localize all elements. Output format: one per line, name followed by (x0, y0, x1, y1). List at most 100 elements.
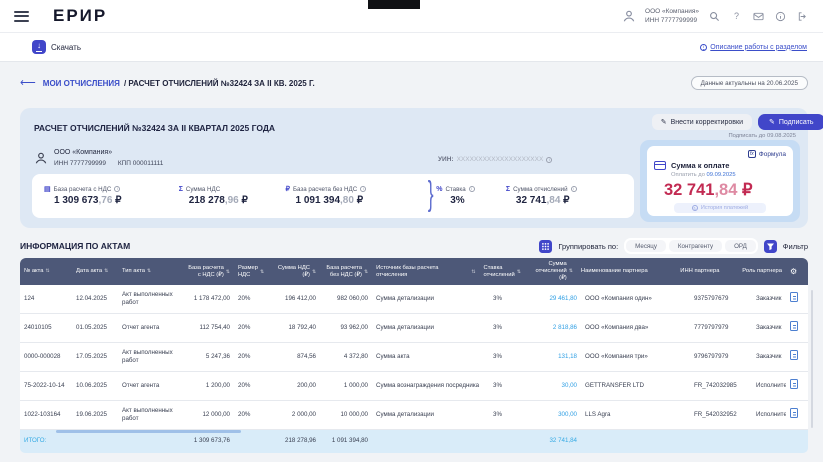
column-header[interactable]: Роль партнера (738, 265, 786, 278)
totals-cell (690, 440, 752, 444)
deduction-sum-link[interactable]: 2 818,86 (529, 322, 581, 334)
column-header[interactable]: № акта⇅ (20, 265, 72, 278)
payer-company-requisites: ИНН 7777799999 КПП 000011111 (54, 159, 163, 169)
back-arrow-icon[interactable]: ⟵ (20, 78, 36, 89)
user-avatar-icon[interactable] (622, 9, 636, 23)
search-icon[interactable] (708, 10, 721, 23)
document-icon[interactable] (790, 379, 798, 389)
vertical-scrollbar[interactable] (811, 290, 813, 428)
table-cell: 01.05.2025 (72, 322, 118, 334)
group-by-contractor[interactable]: Контрагенту (669, 240, 722, 252)
column-header[interactable]: Наименование партнера (577, 265, 676, 278)
totals-cell (234, 440, 268, 444)
table-cell: 3% (489, 351, 529, 363)
sort-icon[interactable]: ⇅ (364, 269, 368, 275)
breadcrumb-back-link[interactable]: МОИ ОТЧИСЛЕНИЯ (43, 79, 120, 88)
deduction-sum-link[interactable]: 131,18 (529, 351, 581, 363)
make-corrections-button[interactable]: ✎ Внести корректировки (652, 114, 752, 130)
sign-deadline: Подписать до 09.08.2025 (728, 133, 796, 139)
app-window: ЕРИР ООО «Компания» ИНН 7777799999 ? (0, 0, 823, 462)
mail-icon[interactable] (752, 10, 765, 23)
deduction-sum-link[interactable]: 29 461,80 (529, 293, 581, 305)
table-cell: 3% (489, 409, 529, 421)
stat-label: Сумма НДС (186, 186, 220, 193)
calculation-title: РАСЧЕТ ОТЧИСЛЕНИЙ №32424 ЗА II КВАРТАЛ 2… (34, 123, 275, 133)
sort-icon[interactable]: ⇅ (104, 268, 108, 274)
sort-icon[interactable]: ⇅ (517, 269, 521, 275)
settings-gear-icon[interactable]: ⚙ (790, 267, 797, 277)
document-icon[interactable] (790, 321, 798, 331)
group-by-month[interactable]: Месяцу (626, 240, 666, 252)
logout-icon[interactable] (796, 10, 809, 23)
info-icon[interactable]: i (469, 186, 475, 192)
info-icon[interactable]: i (360, 186, 366, 192)
deduction-sum-link[interactable]: 300,00 (529, 409, 581, 421)
filter-icon[interactable] (764, 240, 777, 253)
table-cell: ООО «Компания два» (581, 322, 690, 334)
table-cell: 20% (234, 322, 268, 334)
column-header[interactable]: Сумма НДС (₽)⇅ (268, 262, 320, 282)
stat-value: 3% (436, 195, 506, 206)
table-cell: ООО «Компания три» (581, 351, 690, 363)
table-row[interactable]: 1022-10316419.06.2025Акт выполненных раб… (20, 401, 808, 430)
column-header-label: Наименование партнера (581, 268, 648, 275)
column-header[interactable]: Дата акта⇅ (72, 265, 118, 278)
info-icon[interactable] (774, 10, 787, 23)
table-cell: GETTRANSFER LTD (581, 380, 690, 392)
section-help-link[interactable]: i Описание работы с разделом (700, 44, 807, 51)
document-icon[interactable] (790, 350, 798, 360)
column-header[interactable]: ИНН партнера (676, 265, 738, 278)
info-icon[interactable]: i (114, 186, 120, 192)
formula-button[interactable]: fx Формула (748, 150, 786, 158)
column-header[interactable]: База расчета без НДС (₽)⇅ (320, 262, 372, 282)
deduction-sum-link[interactable]: 30,00 (529, 380, 581, 392)
payment-history-label: История платежей (701, 205, 748, 211)
table-cell: Сумма детализации (372, 293, 489, 305)
table-cell: 874,56 (268, 351, 320, 363)
column-header[interactable]: Ставка отчислений⇅ (480, 262, 525, 282)
sort-icon[interactable]: ⇅ (147, 268, 151, 274)
screen-artifact (368, 0, 420, 9)
table-row[interactable]: 12412.04.2025Акт выполненных работ1 178 … (20, 285, 808, 314)
calculation-card: РАСЧЕТ ОТЧИСЛЕНИЙ №32424 ЗА II КВАРТАЛ 2… (20, 108, 808, 228)
column-header[interactable]: Сумма отчислений (₽)⇅ (525, 258, 577, 285)
column-header[interactable]: Источник базы расчета отчисления⇅ (372, 262, 479, 282)
group-by-label: Группировать по: (558, 242, 618, 251)
document-icon[interactable] (790, 408, 798, 418)
table-row[interactable]: 75-2022-10-1410.06.2025Отчет агента1 200… (20, 372, 808, 401)
stat-base-without-vat: ₽База расчета без НДСi 1 091 394,80 ₽ (286, 186, 425, 207)
table-cell: 124 (20, 293, 72, 305)
sign-icon: ✎ (769, 118, 775, 126)
sigma-icon: Σ (506, 186, 510, 193)
payment-history-link[interactable]: ↻ История платежей (674, 203, 766, 213)
sort-icon[interactable]: ⇅ (471, 269, 475, 275)
table-cell: 75-2022-10-14 (20, 380, 72, 392)
info-icon[interactable]: i (571, 186, 577, 192)
help-icon[interactable]: ? (730, 10, 743, 23)
download-button[interactable]: ↓ Скачать (32, 40, 81, 54)
table-row[interactable]: 0000-00002817.05.2025Акт выполненных раб… (20, 343, 808, 372)
table-settings-header[interactable]: ⚙ (786, 264, 808, 280)
sort-icon[interactable]: ⇅ (312, 269, 316, 275)
payer-company-kpp: КПП 000011111 (118, 160, 164, 167)
sort-icon[interactable]: ⇅ (569, 268, 573, 274)
table-cell: 112 754,40 (182, 322, 234, 334)
column-header[interactable]: Тип акта⇅ (118, 265, 182, 278)
info-icon[interactable]: i (546, 157, 552, 163)
column-header[interactable]: Размер НДС⇅ (234, 262, 268, 282)
column-header[interactable]: База расчета с НДС (₽)⇅ (182, 262, 234, 282)
horizontal-scrollbar[interactable] (56, 430, 241, 433)
sort-icon[interactable]: ⇅ (260, 269, 264, 275)
company-name: ООО «Компания» (645, 7, 699, 16)
sort-icon[interactable]: ⇅ (226, 269, 230, 275)
group-by-ord[interactable]: ОРД (725, 240, 756, 252)
sign-button[interactable]: ✎ Подписать (758, 114, 823, 130)
table-cell: 12.04.2025 (72, 293, 118, 305)
table-row[interactable]: 2401010501.05.2025Отчет агента112 754,40… (20, 314, 808, 343)
row-actions-cell (786, 290, 808, 307)
document-icon[interactable] (790, 292, 798, 302)
menu-icon[interactable] (14, 11, 29, 22)
group-grid-icon[interactable] (539, 240, 552, 253)
sort-icon[interactable]: ⇅ (45, 268, 49, 274)
edit-icon: ✎ (661, 118, 667, 126)
